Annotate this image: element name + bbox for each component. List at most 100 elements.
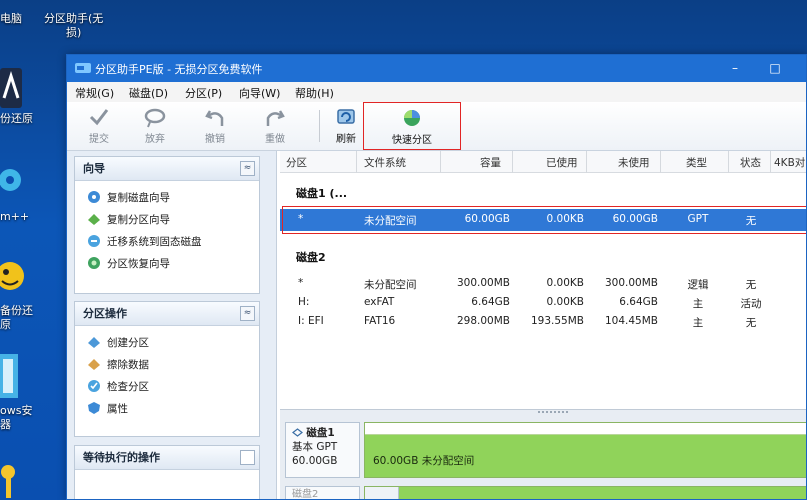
col-used[interactable]: 已使用 [546, 155, 578, 170]
discard-button[interactable]: 放弃 [131, 104, 179, 148]
redo-button[interactable]: 重做 [251, 104, 299, 148]
title-bar[interactable]: 分区助手PE版 - 无损分区免费软件 – □ [67, 55, 806, 82]
disk2-name: 磁盘2 [292, 489, 319, 500]
copy-partition-icon [88, 214, 100, 225]
collapse-pending-button[interactable] [240, 450, 255, 465]
disk1-card[interactable]: 磁盘1 基本 GPT 60.00GB [285, 422, 360, 478]
op-create-partition[interactable]: 创建分区 [87, 334, 149, 352]
cell-partition: H: [298, 296, 310, 308]
installer-icon [0, 354, 18, 398]
wizard-migrate-os[interactable]: 迁移系统到固态磁盘 [87, 233, 202, 251]
wizard-partition-recovery[interactable]: 分区恢复向导 [87, 255, 170, 273]
col-partition[interactable]: 分区 [286, 155, 307, 170]
create-partition-icon [88, 337, 100, 348]
column-divider [660, 151, 661, 173]
cell-filesystem: exFAT [364, 296, 395, 308]
menu-wizard[interactable]: 向导(W) [239, 85, 280, 101]
splitter-handle[interactable] [538, 411, 568, 414]
refresh-button[interactable]: 刷新 [325, 104, 367, 148]
quick-partition-icon [404, 110, 420, 126]
toolbar-separator [319, 110, 320, 142]
desktop-icon-label-computer[interactable]: 电脑 [0, 12, 22, 25]
column-divider [512, 151, 513, 173]
window-title: 分区助手PE版 - 无损分区免费软件 [95, 63, 263, 76]
op-item-label: 擦除数据 [107, 359, 149, 371]
menu-partition[interactable]: 分区(P) [185, 85, 222, 101]
menu-general[interactable]: 常规(G) [75, 85, 114, 101]
cell-type: 主 [692, 317, 704, 329]
commit-label: 提交 [89, 134, 109, 145]
refresh-icon [337, 109, 355, 124]
cell-used: 0.00KB [546, 277, 584, 289]
col-filesystem[interactable]: 文件系统 [364, 155, 406, 170]
col-4kb-align[interactable]: 4KB对 [774, 155, 805, 170]
col-unused[interactable]: 未使用 [618, 155, 650, 170]
cell-status: 无 [745, 317, 757, 329]
cell-used: 193.55MB [530, 315, 584, 327]
partition-recovery-icon [88, 257, 100, 269]
wizard-panel: 向导 ≈ 复制磁盘向导 复制分区向导 迁移系统到固态磁盘 分区恢复向导 [74, 156, 260, 294]
disk2-bar[interactable] [364, 486, 806, 499]
cell-used: 0.00KB [546, 296, 584, 308]
wizard-copy-disk[interactable]: 复制磁盘向导 [87, 189, 170, 207]
maximize-button[interactable]: □ [757, 55, 793, 82]
disk-icon [292, 428, 303, 437]
app-icon [75, 63, 91, 73]
backup-restore-icon [0, 68, 22, 108]
col-capacity[interactable]: 容量 [480, 155, 501, 170]
undo-label: 撤销 [205, 134, 225, 145]
disk-group-label[interactable]: 磁盘2 [296, 249, 326, 265]
cell-partition: * [298, 277, 304, 289]
op-properties[interactable]: 属性 [87, 400, 128, 418]
highlight-box [282, 206, 806, 234]
partition-table: 分区 文件系统 容量 已使用 未使用 类型 状态 4KB对 磁盘1 (... *… [280, 151, 806, 409]
cell-capacity: 298.00MB [456, 315, 510, 327]
op-item-label: 创建分区 [107, 337, 149, 349]
cell-status: 活动 [740, 298, 762, 310]
menu-disk[interactable]: 磁盘(D) [129, 85, 168, 101]
wizard-copy-partition[interactable]: 复制分区向导 [87, 211, 170, 229]
cell-unused: 6.64GB [619, 296, 658, 308]
redo-label: 重做 [265, 134, 285, 145]
desktop-icon-label-line2: 损) [66, 26, 82, 39]
disk1-unallocated-bar[interactable]: 60.00GB 未分配空间 [364, 422, 806, 478]
key-icon[interactable] [0, 460, 22, 500]
gear-icon [0, 169, 21, 191]
col-status[interactable]: 状态 [740, 155, 761, 170]
disk1-name-row: 磁盘1 [292, 426, 353, 440]
quick-partition-button[interactable]: 快速分区 [363, 102, 461, 150]
op-check-partition[interactable]: 检查分区 [87, 378, 149, 396]
cell-filesystem: FAT16 [364, 315, 396, 327]
cell-type: 主 [692, 298, 704, 310]
disk1-size: 60.00GB [292, 455, 338, 467]
menu-help[interactable]: 帮助(H) [295, 85, 334, 101]
refresh-label: 刷新 [336, 134, 356, 145]
disk-group-label[interactable]: 磁盘1 (... [296, 185, 347, 201]
undo-icon [205, 110, 224, 126]
disk2-bar-segment [365, 487, 399, 499]
quick-partition-label: 快速分区 [392, 135, 432, 146]
toolbar: 提交 放弃 撤销 重做 刷新 快速分区 [67, 102, 806, 151]
menu-bar: 常规(G) 磁盘(D) 分区(P) 向导(W) 帮助(H) [67, 82, 806, 102]
collapse-wizard-button[interactable]: ≈ [240, 161, 255, 176]
wizard-item-label: 迁移系统到固态磁盘 [107, 236, 202, 248]
collapse-partition-ops-button[interactable]: ≈ [240, 306, 255, 321]
cell-partition: I: EFI [298, 315, 324, 327]
partition-ops-title: 分区操作 [75, 302, 259, 326]
cell-unused: 104.45MB [604, 315, 658, 327]
col-type[interactable]: 类型 [686, 155, 707, 170]
op-wipe-data[interactable]: 擦除数据 [87, 356, 149, 374]
table-row[interactable]: I: EFI FAT16 298.00MB 193.55MB 104.45MB … [280, 311, 806, 333]
disk1-name: 磁盘1 [306, 427, 335, 439]
desktop-icon-label-line2: 器 [0, 418, 11, 431]
desktop-icon-label-line1: 分区助手(无 [44, 12, 104, 25]
undo-button[interactable]: 撤销 [191, 104, 239, 148]
minimize-button[interactable]: – [717, 55, 753, 82]
cell-capacity: 6.64GB [471, 296, 510, 308]
disk-map: 磁盘1 基本 GPT 60.00GB 60.00GB 未分配空间 磁盘2 [280, 409, 806, 500]
cell-type: 逻辑 [687, 279, 709, 291]
commit-button[interactable]: 提交 [75, 104, 123, 148]
partition-ops-panel: 分区操作 ≈ 创建分区 擦除数据 检查分区 属性 [74, 301, 260, 437]
desktop-icon-label-line1: 备份还 [0, 304, 33, 317]
disk2-card[interactable]: 磁盘2 [285, 486, 360, 500]
